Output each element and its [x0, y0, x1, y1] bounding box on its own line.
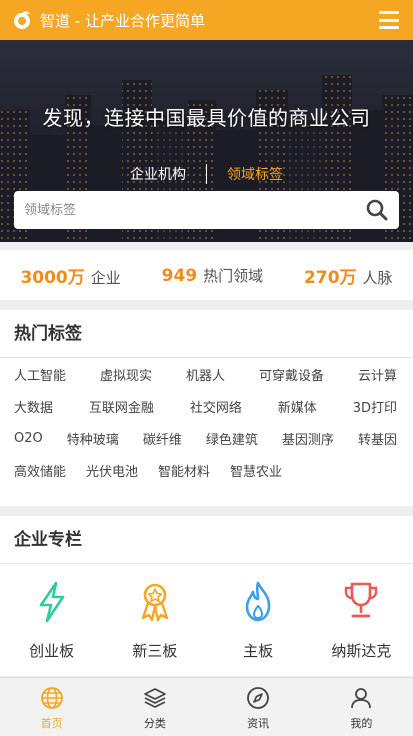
tag-link[interactable]: 基因测序 [282, 429, 334, 448]
tag-link[interactable]: 光伏电池 [86, 461, 138, 480]
nav-label: 首页 [40, 717, 63, 730]
tag-link[interactable]: 碳纤维 [143, 429, 182, 448]
stat-contacts: 270万 人脉 [304, 263, 393, 288]
hero-tabs: 企业机构 领域标签 [0, 164, 413, 184]
tag-link[interactable]: 特种玻璃 [67, 429, 119, 448]
section-title: 热门标签 [0, 310, 413, 358]
tag-link[interactable]: 虚拟现实 [100, 365, 152, 384]
layers-icon [142, 685, 168, 711]
lightning-icon [30, 580, 74, 624]
search-icon[interactable] [365, 198, 389, 222]
stat-enterprises: 3000万 企业 [20, 263, 120, 288]
compass-icon [245, 685, 271, 711]
top-bar: 智道 - 让产业合作更简单 [0, 0, 413, 40]
stat-label: 热门领域 [203, 266, 264, 285]
nav-label: 分类 [143, 717, 166, 730]
tag-link[interactable]: 新媒体 [278, 397, 317, 416]
board-main[interactable]: 主板 [213, 580, 303, 661]
tag-link[interactable]: 智慧农业 [230, 461, 282, 480]
tag-link[interactable]: 大数据 [14, 397, 53, 416]
enterprise-column-section: 企业专栏 创业板 新三板 主板 纳斯达克 [0, 516, 413, 676]
nav-category[interactable]: 分类 [103, 678, 206, 736]
trophy-icon [339, 580, 383, 624]
tag-link[interactable]: 绿色建筑 [206, 429, 258, 448]
bottom-nav: 首页 分类 资讯 我的 [0, 677, 413, 736]
tag-link[interactable]: 3D打印 [353, 397, 397, 416]
tag-row: 高效储能 光伏电池 智能材料 智慧农业 [0, 454, 413, 486]
tag-link[interactable]: 可穿戴设备 [259, 365, 324, 384]
tag-link[interactable]: 智能材料 [158, 461, 210, 480]
tab-domain-tags[interactable]: 领域标签 [207, 164, 303, 184]
medal-icon [133, 580, 177, 624]
hero-banner: 发现，连接中国最具价值的商业公司 企业机构 领域标签 [0, 40, 413, 242]
board-label: 创业板 [29, 642, 75, 660]
stat-label: 企业 [90, 268, 121, 287]
search-bar [14, 191, 399, 229]
tag-link[interactable]: 转基因 [358, 429, 397, 448]
board-neeq[interactable]: 新三板 [110, 580, 200, 661]
tag-link[interactable]: 高效储能 [14, 461, 66, 480]
tab-enterprise[interactable]: 企业机构 [110, 164, 206, 184]
hot-tags-section: 热门标签 人工智能 虚拟现实 机器人 可穿戴设备 云计算 大数据 互联网金融 社… [0, 310, 413, 506]
tag-link[interactable]: 机器人 [186, 365, 225, 384]
section-title: 企业专栏 [0, 516, 413, 564]
nav-news[interactable]: 资讯 [207, 678, 310, 736]
tag-link[interactable]: 云计算 [358, 365, 397, 384]
tag-row: 大数据 互联网金融 社交网络 新媒体 3D打印 [0, 390, 413, 422]
nav-label: 资讯 [247, 717, 270, 730]
nav-profile[interactable]: 我的 [310, 678, 413, 736]
tag-row: O2O 特种玻璃 碳纤维 绿色建筑 基因测序 转基因 [0, 422, 413, 454]
tag-link[interactable]: O2O [14, 431, 43, 446]
brand-title: 智道 - 让产业合作更简单 [40, 11, 205, 30]
tag-row: 人工智能 虚拟现实 机器人 可穿戴设备 云计算 [0, 358, 413, 390]
globe-icon [39, 685, 65, 711]
tag-link[interactable]: 社交网络 [190, 397, 242, 416]
board-label: 主板 [243, 642, 274, 660]
hamburger-menu-icon[interactable] [379, 11, 399, 29]
board-label: 新三板 [132, 642, 178, 660]
stat-value: 949 [161, 265, 198, 286]
stat-label: 人脉 [362, 268, 393, 287]
stat-domains: 949 热门领域 [162, 265, 264, 286]
stat-value: 270万 [304, 267, 357, 288]
hero-title: 发现，连接中国最具价值的商业公司 [42, 106, 371, 130]
tag-link[interactable]: 互联网金融 [89, 397, 154, 416]
search-input[interactable] [24, 202, 365, 218]
tag-link[interactable]: 人工智能 [14, 365, 66, 384]
page: 智道 - 让产业合作更简单 发现，连接中国最具价值的商业公司 企业机构 领域标签… [0, 0, 413, 736]
board-nasdaq[interactable]: 纳斯达克 [316, 580, 406, 661]
board-label: 纳斯达克 [331, 642, 392, 660]
stat-value: 3000万 [20, 267, 85, 288]
board-growth-enterprise[interactable]: 创业板 [7, 580, 97, 661]
user-icon [348, 685, 374, 711]
nav-home[interactable]: 首页 [0, 678, 103, 736]
nav-label: 我的 [350, 717, 373, 730]
boards-grid: 创业板 新三板 主板 纳斯达克 [0, 564, 413, 661]
flame-icon [236, 580, 280, 624]
logo-icon[interactable] [12, 10, 32, 30]
stats-bar: 3000万 企业 949 热门领域 270万 人脉 [0, 250, 413, 300]
